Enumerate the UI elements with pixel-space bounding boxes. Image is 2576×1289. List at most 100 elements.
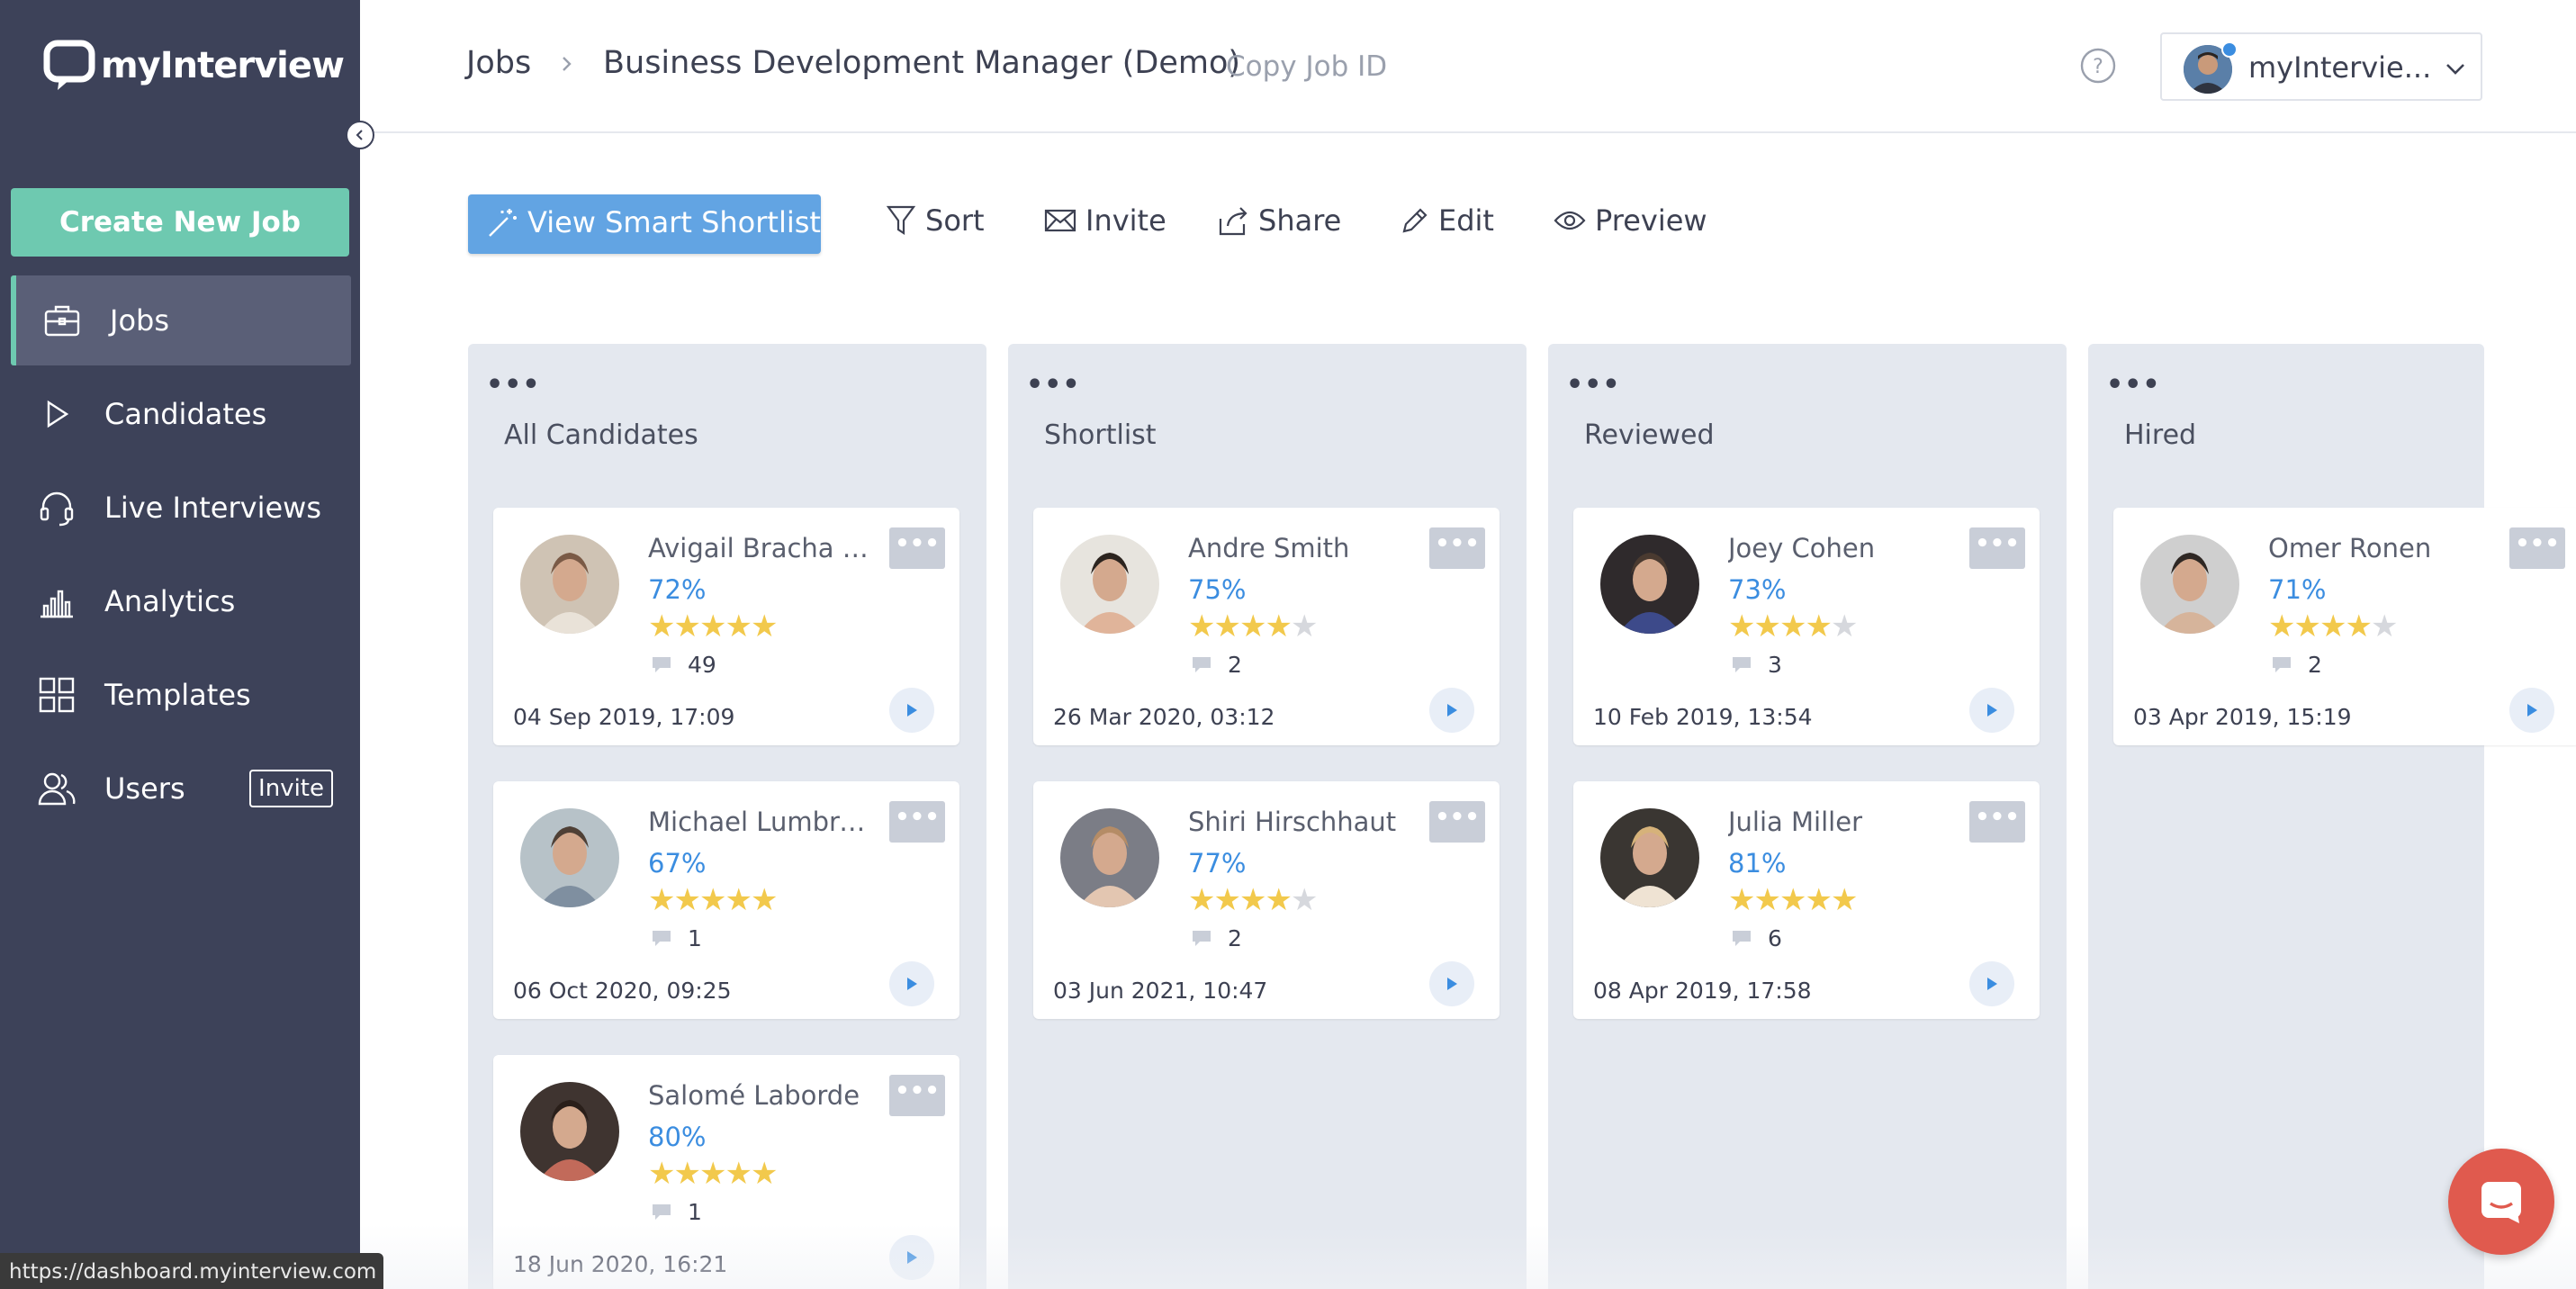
- candidate-avatar: [520, 1082, 619, 1181]
- candidate-card[interactable]: Julia Miller 81% ★★★★★ 6 08 Apr 2019, 17:58 •…: [1573, 781, 2040, 1019]
- candidate-name[interactable]: Michael Lumbroso: [648, 807, 875, 837]
- preview-label: Preview: [1595, 203, 1707, 238]
- play-video-button[interactable]: [889, 961, 934, 1006]
- share-button[interactable]: Share: [1217, 203, 1341, 238]
- submission-date: 04 Sep 2019, 17:09: [513, 704, 735, 730]
- invite-button[interactable]: Invite: [1044, 203, 1166, 238]
- play-icon: [907, 978, 917, 990]
- star-icon: ★: [673, 1156, 701, 1192]
- sidebar-item-jobs[interactable]: Jobs: [11, 275, 351, 365]
- chevron-right-icon: [563, 57, 572, 71]
- candidate-avatar: [1600, 808, 1699, 907]
- submission-date: 03 Jun 2021, 10:47: [1053, 978, 1268, 1004]
- candidate-card[interactable]: Omer Ronen 71% ★★★★★ 2 03 Apr 2019, 15:19 •••: [2113, 508, 2576, 745]
- chat-bubble-logo-icon: [43, 40, 95, 90]
- create-new-job-button[interactable]: Create New Job: [11, 188, 349, 257]
- column-title: Shortlist: [1044, 419, 1157, 451]
- play-icon: [1447, 704, 1457, 717]
- candidate-card[interactable]: Joey Cohen 73% ★★★★★ 3 10 Feb 2019, 13:54 •••: [1573, 508, 2040, 745]
- play-video-button[interactable]: [889, 688, 934, 733]
- candidate-name[interactable]: Joey Cohen: [1728, 533, 1955, 563]
- star-icon: ★: [750, 1156, 779, 1192]
- headset-icon: [40, 491, 74, 527]
- column-options-button[interactable]: •••: [486, 369, 541, 401]
- rating-stars: ★★★★★: [648, 608, 779, 644]
- candidate-card[interactable]: Michael Lumbroso 67% ★★★★★ 1 06 Oct 2020, 09…: [493, 781, 959, 1019]
- candidate-name[interactable]: Andre Smith: [1188, 533, 1415, 563]
- comment-count: 2: [1192, 925, 1242, 951]
- play-video-button[interactable]: [2509, 688, 2554, 733]
- copy-job-id-button[interactable]: Copy Job ID: [1226, 50, 1387, 83]
- star-icon: ★: [2293, 608, 2321, 644]
- comment-count-value: 1: [688, 1199, 702, 1225]
- candidate-name[interactable]: Julia Miller: [1728, 807, 1955, 837]
- play-video-button[interactable]: [1969, 961, 2014, 1006]
- column-shortlist: ••• Shortlist Andre Smith 75% ★★★★★ 2 26 Mar 2…: [1008, 344, 1527, 1289]
- candidate-card[interactable]: Salomé Laborde 80% ★★★★★ 1 18 Jun 2020, 16:2…: [493, 1055, 959, 1289]
- breadcrumb-jobs-link[interactable]: Jobs: [466, 45, 531, 81]
- candidate-card[interactable]: Avigail Bracha So... 72% ★★★★★ 49 04 Sep 201…: [493, 508, 959, 745]
- star-icon: ★: [698, 882, 727, 918]
- sort-button[interactable]: Sort: [886, 203, 985, 238]
- comment-count: 6: [1732, 925, 1782, 951]
- candidate-card[interactable]: Andre Smith 75% ★★★★★ 2 26 Mar 2020, 03:12 ••…: [1033, 508, 1500, 745]
- card-options-button[interactable]: •••: [1969, 527, 2025, 569]
- account-menu[interactable]: myIntervie...: [2160, 32, 2482, 101]
- sidebar-item-templates[interactable]: Templates: [11, 650, 351, 740]
- sidebar-item-candidates[interactable]: Candidates: [11, 369, 351, 459]
- column-options-button[interactable]: •••: [1566, 369, 1621, 401]
- status-bar-url: https://dashboard.myinterview.com: [0, 1253, 383, 1289]
- edit-button[interactable]: Edit: [1401, 203, 1494, 238]
- comment-icon: [1733, 656, 1751, 672]
- invite-users-button[interactable]: Invite: [249, 770, 333, 807]
- card-options-button[interactable]: •••: [889, 801, 945, 843]
- column-options-button[interactable]: •••: [2106, 369, 2161, 401]
- star-icon: ★: [750, 608, 779, 644]
- star-icon: ★: [725, 882, 752, 918]
- column-hired: ••• Hired Omer Ronen 71% ★★★★★ 2 03 Apr 2019, …: [2088, 344, 2576, 1289]
- candidate-name[interactable]: Avigail Bracha So...: [648, 533, 875, 563]
- view-smart-shortlist-button[interactable]: View Smart Shortlist: [468, 194, 821, 254]
- star-icon: ★: [1753, 882, 1781, 918]
- sidebar-item-label: Live Interviews: [104, 491, 321, 525]
- card-options-button[interactable]: •••: [2509, 527, 2565, 569]
- play-video-button[interactable]: [1429, 961, 1474, 1006]
- pencil-icon: [1402, 208, 1428, 233]
- star-icon: ★: [1213, 882, 1241, 918]
- star-icon: ★: [2370, 608, 2399, 644]
- play-video-button[interactable]: [889, 1235, 934, 1280]
- candidate-name[interactable]: Omer Ronen: [2268, 533, 2495, 563]
- chevron-left-icon: [356, 130, 363, 140]
- comment-count-value: 1: [688, 925, 702, 951]
- play-video-button[interactable]: [1429, 688, 1474, 733]
- sidebar-item-analytics[interactable]: Analytics: [11, 556, 351, 646]
- comment-count-value: 2: [1228, 925, 1242, 951]
- logo[interactable]: myInterview: [43, 40, 345, 92]
- column-title: All Candidates: [504, 419, 698, 451]
- submission-date: 08 Apr 2019, 17:58: [1593, 978, 1812, 1004]
- card-options-button[interactable]: •••: [1429, 527, 1485, 569]
- play-video-button[interactable]: [1969, 688, 2014, 733]
- candidate-name[interactable]: Salomé Laborde: [648, 1080, 875, 1111]
- card-options-button[interactable]: •••: [1429, 801, 1485, 843]
- sidebar-item-live-interviews[interactable]: Live Interviews: [11, 463, 351, 553]
- help-icon[interactable]: ?: [2079, 47, 2117, 85]
- star-icon: ★: [750, 882, 779, 918]
- chat-launcher-button[interactable]: [2448, 1149, 2554, 1255]
- card-options-button[interactable]: •••: [1969, 801, 2025, 843]
- play-icon: [1987, 978, 1997, 990]
- preview-button[interactable]: Preview: [1554, 203, 1707, 238]
- collapse-sidebar-button[interactable]: [346, 121, 374, 149]
- briefcase-icon: [44, 305, 80, 337]
- comment-count-value: 2: [1228, 652, 1242, 678]
- comment-count: 3: [1732, 652, 1782, 678]
- candidate-name[interactable]: Shiri Hirschhaut: [1188, 807, 1415, 837]
- card-options-button[interactable]: •••: [889, 527, 945, 569]
- candidate-card[interactable]: Shiri Hirschhaut 77% ★★★★★ 2 03 Jun 2021, 10…: [1033, 781, 1500, 1019]
- sidebar-item-users[interactable]: Users Invite: [11, 744, 351, 834]
- candidate-score: 80%: [648, 1122, 707, 1152]
- card-options-button[interactable]: •••: [889, 1075, 945, 1116]
- comment-icon: [1193, 930, 1211, 946]
- star-icon: ★: [1188, 882, 1216, 918]
- column-options-button[interactable]: •••: [1026, 369, 1081, 401]
